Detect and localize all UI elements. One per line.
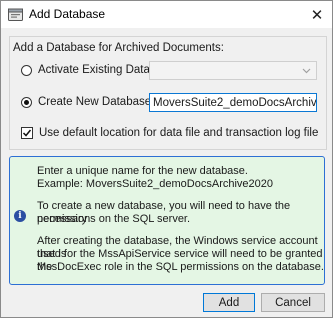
create-new-label: Create New Database:: [38, 96, 155, 108]
title-bar: Add Database ✕: [1, 1, 332, 28]
add-button[interactable]: Add: [203, 293, 255, 312]
database-icon: [8, 8, 23, 21]
default-location-label: Use default location for data file and t…: [39, 127, 319, 139]
checkmark-icon: [22, 129, 32, 137]
cancel-button[interactable]: Cancel: [261, 293, 325, 312]
close-icon: ✕: [310, 6, 324, 24]
activate-existing-radio[interactable]: [21, 64, 32, 76]
info-icon: i: [14, 210, 26, 222]
info-line-2: Example: MoversSuite2_demoDocsArchive202…: [37, 178, 274, 190]
new-database-name-input[interactable]: MoversSuite2_demoDocsArchive1: [149, 93, 317, 112]
default-location-option[interactable]: Use default location for data file and t…: [21, 127, 318, 139]
info-line-7: MssDocExec role in the SQL permissions o…: [37, 261, 324, 273]
default-location-checkbox[interactable]: [21, 127, 33, 139]
info-line-1: Enter a unique name for the new database…: [37, 165, 248, 177]
existing-database-select[interactable]: [149, 61, 317, 80]
new-database-name-value: MoversSuite2_demoDocsArchive1: [153, 97, 317, 109]
info-line-4: permissions on the SQL server.: [37, 213, 191, 225]
create-new-option[interactable]: Create New Database:: [21, 96, 154, 108]
create-new-radio[interactable]: [21, 96, 32, 108]
window-title: Add Database: [29, 7, 106, 21]
close-button[interactable]: ✕: [302, 1, 332, 28]
chevron-down-icon: [302, 68, 311, 74]
add-database-dialog: Add Database ✕ Add a Database for Archiv…: [0, 0, 333, 318]
group-label: Add a Database for Archived Documents:: [13, 42, 224, 54]
